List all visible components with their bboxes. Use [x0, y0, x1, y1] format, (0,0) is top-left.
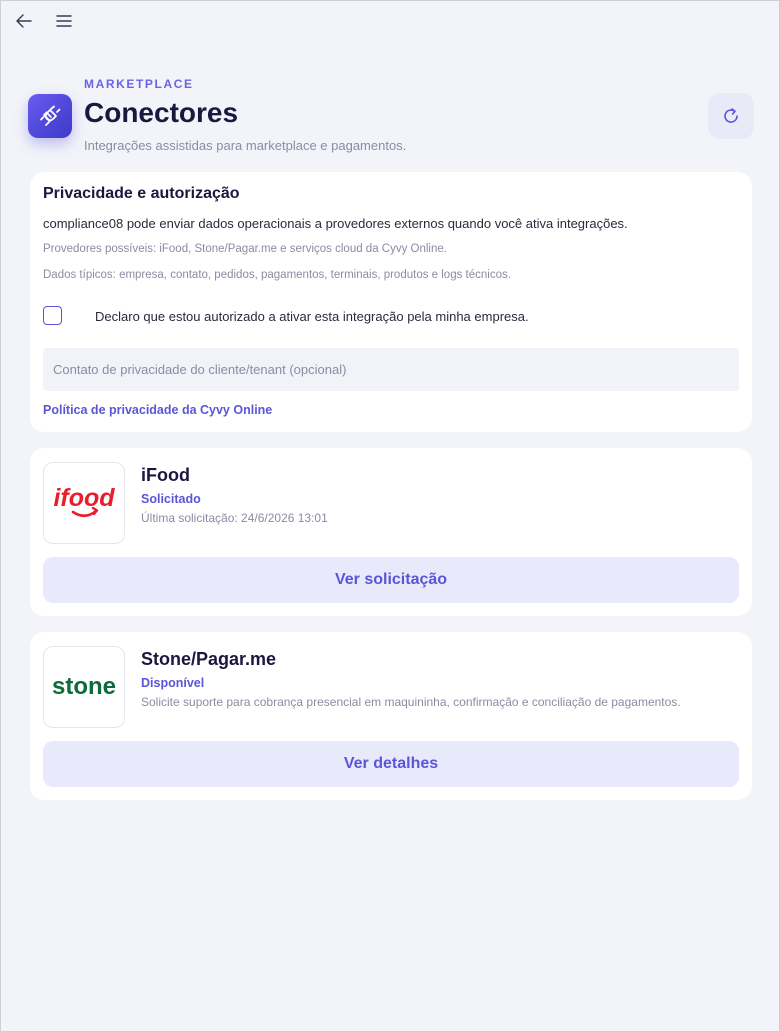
privacy-card: Privacidade e autorização compliance08 p… — [30, 172, 752, 432]
connector-status: Solicitado — [141, 492, 201, 506]
app-icon — [28, 94, 72, 138]
refresh-button[interactable] — [708, 93, 754, 139]
view-details-button[interactable]: Ver detalhes — [43, 741, 739, 787]
privacy-contact-input[interactable] — [43, 348, 739, 391]
refresh-icon — [724, 108, 738, 123]
authorization-checkbox-label[interactable]: Declaro que estou autorizado a ativar es… — [95, 309, 529, 324]
page-title: Conectores — [84, 97, 239, 128]
back-button[interactable] — [11, 9, 37, 33]
connector-card-ifood: ifood iFood Solicitado Última solicitaçã… — [30, 448, 752, 616]
privacy-description: compliance08 pode enviar dados operacion… — [43, 216, 628, 231]
ifood-logo-text: ifood — [53, 484, 115, 512]
privacy-policy-link[interactable]: Política de privacidade da Cyvy Online — [43, 403, 272, 417]
stone-logo-mark: stone — [52, 673, 116, 700]
possible-providers-text: Provedores possíveis: iFood, Stone/Pagar… — [43, 243, 447, 255]
connector-name: iFood — [141, 465, 190, 485]
ifood-logo-mark: ifood — [53, 484, 115, 518]
connector-status: Disponível — [141, 676, 205, 690]
typical-data-text: Dados típicos: empresa, contato, pedidos… — [43, 269, 511, 281]
privacy-title: Privacidade e autorização — [43, 185, 240, 202]
top-bar — [1, 1, 780, 41]
connector-card-stone: stone Stone/Pagar.me Disponível Solicite… — [30, 632, 752, 800]
hamburger-menu-icon — [56, 15, 72, 27]
connector-detail: Solicite suporte para cobrança presencia… — [141, 695, 681, 709]
stone-logo-text: stone — [52, 673, 116, 700]
page-subtitle: Integrações assistidas para marketplace … — [84, 138, 407, 153]
connector-detail: Última solicitação: 24/6/2026 13:01 — [141, 511, 328, 525]
page-eyebrow: MARKETPLACE — [84, 77, 194, 91]
page-header: MARKETPLACE Conectores Integrações assis… — [28, 73, 754, 163]
arrow-left-icon — [16, 14, 32, 28]
plug-link-icon — [40, 105, 61, 126]
authorization-checkbox[interactable] — [43, 306, 62, 325]
view-request-button[interactable]: Ver solicitação — [43, 557, 739, 603]
menu-button[interactable] — [51, 9, 77, 33]
connector-name: Stone/Pagar.me — [141, 649, 277, 669]
stone-logo: stone — [43, 646, 125, 728]
ifood-logo: ifood — [43, 462, 125, 544]
